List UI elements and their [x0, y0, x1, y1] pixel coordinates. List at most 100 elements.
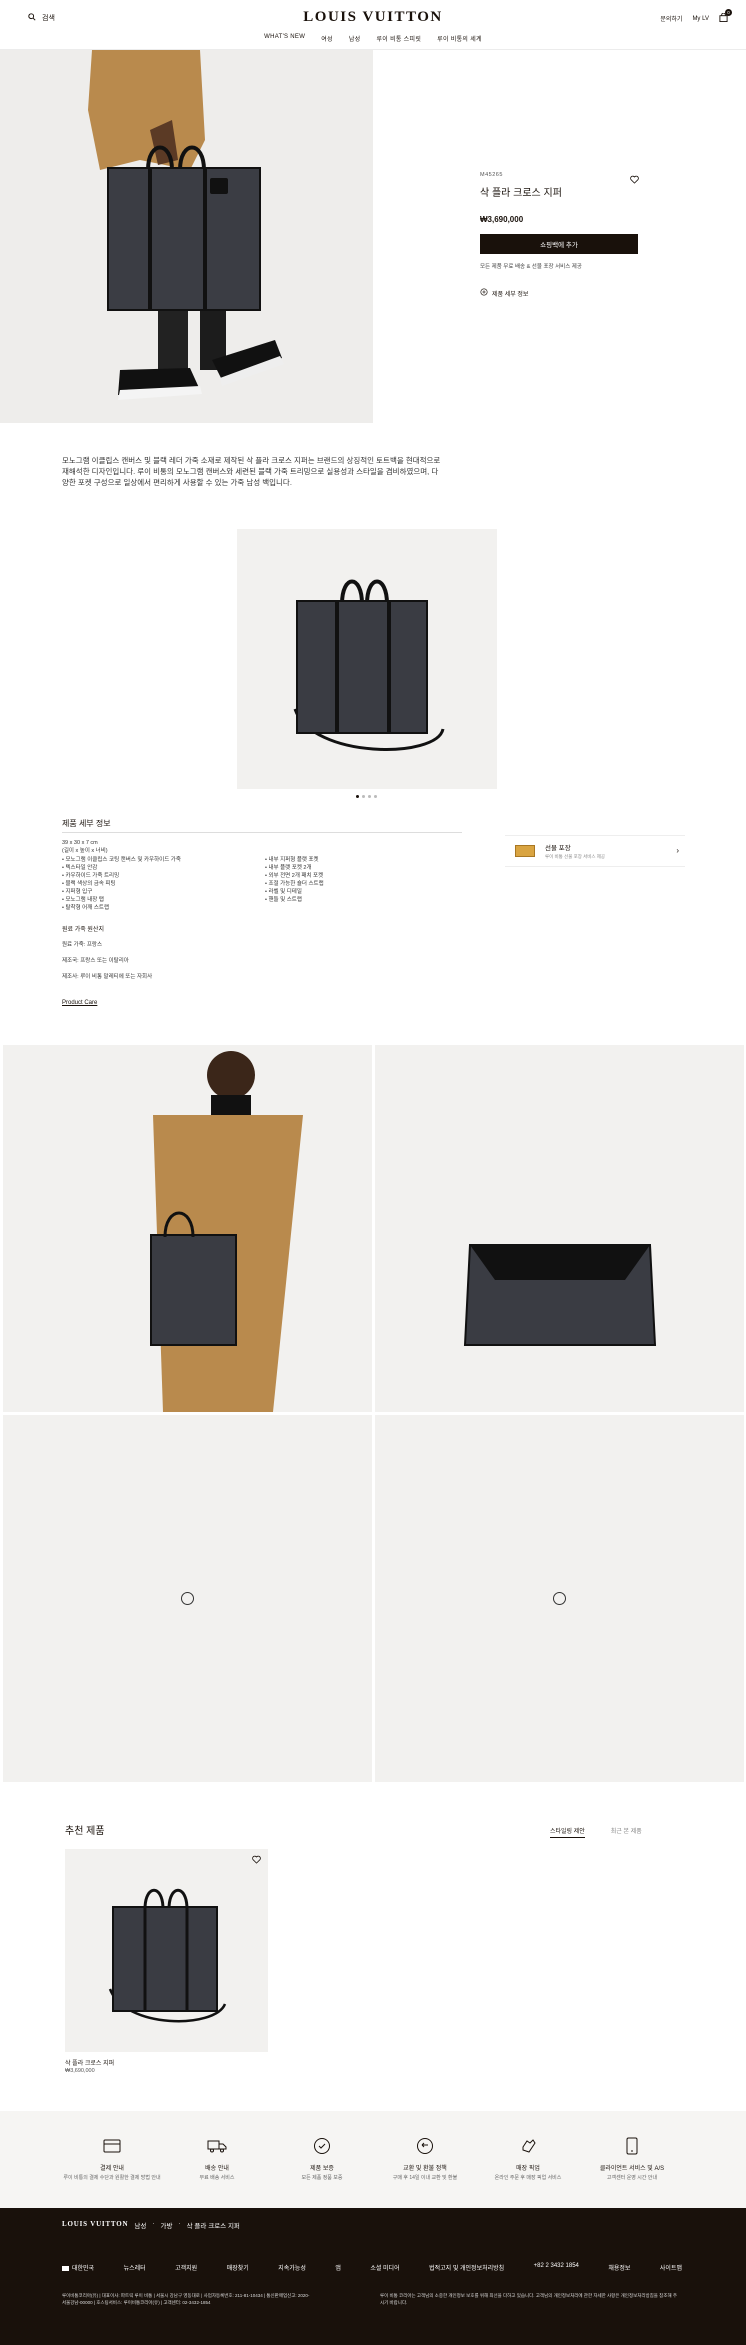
footer-link-sitemap[interactable]: 사이트맵	[660, 2263, 682, 2272]
service-sub: 구매 후 14일 이내 교환 및 환불	[392, 2175, 458, 2181]
carousel-dots[interactable]	[356, 795, 377, 798]
breadcrumb-item[interactable]: 가방	[161, 2220, 173, 2230]
footer-link-newsletter[interactable]: 뉴스레터	[124, 2263, 146, 2272]
nav-whats-new[interactable]: WHAT'S NEW	[264, 34, 305, 43]
breadcrumb-item[interactable]: 남성	[134, 2220, 146, 2230]
footer-breadcrumb: LOUIS VUITTON 남성 · 가방 · 삭 플라 크로스 지퍼	[62, 2220, 240, 2230]
footer-link-social[interactable]: 소셜 미디어	[370, 2263, 399, 2272]
footer-phone[interactable]: +82 2 3432 1854	[534, 2263, 579, 2272]
carousel-dot[interactable]	[362, 795, 365, 798]
product-title: 삭 플라 크로스 지퍼	[480, 188, 562, 199]
carousel-dot[interactable]	[374, 795, 377, 798]
service-returns[interactable]: 교환 및 환불 정책 구매 후 14일 이내 교환 및 환불	[375, 2135, 475, 2182]
account-link[interactable]: My LV	[692, 16, 709, 22]
spec-item: 카우하이드 가죽 트리밍	[62, 872, 181, 880]
service-sub: 모든 제품 정품 보증	[301, 2175, 343, 2181]
footer-links: 대한민국 뉴스레터 고객지원 매장찾기 지속가능성 앱 소셜 미디어 법적고지 …	[62, 2263, 682, 2272]
service-label: 매장 픽업	[516, 2166, 540, 2172]
carousel-dot[interactable]	[356, 795, 359, 798]
phone-icon	[621, 2135, 643, 2157]
service-client[interactable]: 클라이언트 서비스 및 A/S 고객센터 운영 시간 안내	[582, 2135, 682, 2182]
spec-item: 라벨 및 디테일	[265, 888, 324, 896]
footer-link-sustainability[interactable]: 지속가능성	[278, 2263, 306, 2272]
service-label: 배송 안내	[205, 2166, 229, 2172]
header: 검색 LOUIS VUITTON WHAT'S NEW 여성 남성 루이 비통 …	[0, 0, 746, 50]
product-care-link[interactable]: Product Care	[62, 1000, 97, 1006]
carousel-dot[interactable]	[368, 795, 371, 798]
footer: LOUIS VUITTON 남성 · 가방 · 삭 플라 크로스 지퍼 대한민국…	[0, 2208, 746, 2345]
header-actions: 문의하기 My LV 0	[660, 9, 732, 24]
gallery-image-model[interactable]	[3, 1045, 372, 1412]
spec-item: 탈착형 어깨 스트랩	[62, 904, 181, 912]
packaging-title: 선물 포장	[545, 845, 571, 852]
gallery-image-interior[interactable]	[375, 1045, 744, 1412]
service-warranty[interactable]: 제품 보증 모든 제품 정품 보증	[272, 2135, 372, 2182]
specs-dimensions: 39 x 30 x 7 cm (길이 x 높이 x 너비)	[62, 840, 108, 855]
footer-link-legal[interactable]: 법적고지 및 개인정보처리방침	[429, 2263, 504, 2272]
service-sub: 무료 배송 서비스	[199, 2175, 235, 2181]
service-shipping[interactable]: 배송 안내 무료 배송 서비스	[167, 2135, 267, 2182]
service-label: 제품 보증	[310, 2166, 334, 2172]
recommended-product-price: ₩3,690,000	[65, 2068, 95, 2074]
contact-link[interactable]: 문의하기	[660, 14, 682, 23]
recommended-wishlist-button[interactable]	[252, 1855, 261, 1866]
service-sub: 고객센터 운영 시간 안내	[606, 2175, 658, 2181]
tab-recently-viewed[interactable]: 최근 본 제품	[611, 1826, 642, 1838]
product-hero-image	[0, 50, 373, 423]
specs-title: 제품 세부 정보	[62, 819, 111, 828]
gallery-video-1[interactable]	[3, 1415, 372, 1782]
footer-link-support[interactable]: 고객지원	[175, 2263, 197, 2272]
product-description: 모노그램 이클립스 캔버스 및 블랙 레더 가죽 소재로 제작된 삭 플라 크로…	[62, 456, 441, 487]
product-image[interactable]	[237, 529, 497, 789]
shipping-note: 모든 제품 무료 배송 & 선물 포장 서비스 제공	[480, 264, 582, 270]
nav-men[interactable]: 남성	[349, 34, 361, 43]
spec-item: 모노그램 이클립스 코팅 캔버스 및 카우하이드 가죽	[62, 856, 180, 864]
service-payment[interactable]: 결제 안내 루이 비통의 결제 수단과 원활한 결제 방법 안내	[62, 2135, 162, 2182]
play-icon[interactable]	[181, 1592, 194, 1605]
add-to-bag-button[interactable]: 쇼핑백에 추가	[480, 234, 638, 254]
wishlist-button[interactable]	[630, 175, 639, 186]
product-price: ₩3,690,000	[480, 215, 524, 224]
tab-styling[interactable]: 스타일링 제안	[550, 1826, 585, 1838]
country-label: 대한민국	[72, 2266, 95, 2272]
product-details-link[interactable]: 제품 세부 정보	[480, 288, 640, 298]
plus-circle-icon	[480, 288, 488, 298]
service-sub: 루이 비통의 결제 수단과 원활한 결제 방법 안내	[63, 2175, 161, 2181]
hand-icon	[517, 2135, 539, 2157]
spec-item: 내부 플랫 포켓 2개	[265, 864, 324, 872]
gift-box-icon	[515, 845, 535, 857]
service-sub: 온라인 주문 후 매장 픽업 서비스	[494, 2175, 562, 2181]
spec-item: 텍스타일 안감	[62, 864, 181, 872]
nav-spirit[interactable]: 루이 비통 스피릿	[376, 34, 421, 43]
breadcrumb-item: 삭 플라 크로스 지퍼	[186, 2223, 240, 2230]
flag-icon	[62, 2265, 69, 2271]
breadcrumb-separator: ·	[152, 2220, 155, 2227]
service-label: 교환 및 환불 정책	[403, 2166, 447, 2172]
footer-link-app[interactable]: 앱	[335, 2263, 341, 2272]
gallery-video-2[interactable]	[375, 1415, 744, 1782]
spec-item: 지퍼형 입구	[62, 888, 181, 896]
product-details-label: 제품 세부 정보	[492, 291, 529, 298]
play-icon[interactable]	[553, 1592, 566, 1605]
nav-women[interactable]: 여성	[321, 34, 333, 43]
spec-item: 모노그램 내장 탭	[62, 896, 181, 904]
footer-link-stores[interactable]: 매장찾기	[227, 2263, 249, 2272]
gift-packaging-card[interactable]: 선물 포장 루이 비통 선물 포장 서비스 제공 ›	[505, 835, 685, 867]
recommended-product-name[interactable]: 삭 플라 크로스 지퍼	[65, 2058, 114, 2067]
product-info: M45265 삭 플라 크로스 지퍼 ₩3,690,000 쇼핑백에 추가 모든…	[480, 172, 640, 298]
nav-world[interactable]: 루이 비통의 세계	[437, 34, 482, 43]
dimensions-legend: (길이 x 높이 x 너비)	[62, 847, 108, 854]
heart-icon	[630, 175, 639, 184]
credit-card-icon	[101, 2135, 123, 2157]
recommended-title: 추천 제품	[65, 1826, 105, 1837]
recommended-product-image[interactable]	[65, 1849, 268, 2052]
main-nav: WHAT'S NEW 여성 남성 루이 비통 스피릿 루이 비통의 세계	[0, 34, 746, 43]
service-pickup[interactable]: 매장 픽업 온라인 주문 후 매장 픽업 서비스	[478, 2135, 578, 2182]
divider	[62, 832, 462, 833]
footer-link-careers[interactable]: 채용정보	[608, 2263, 630, 2272]
country-selector[interactable]: 대한민국	[62, 2263, 94, 2272]
footer-logo[interactable]: LOUIS VUITTON	[62, 2220, 128, 2230]
logo[interactable]: LOUIS VUITTON	[0, 9, 746, 26]
spec-item: 핸들 및 스트랩	[265, 896, 324, 904]
bag-button[interactable]: 0	[719, 9, 732, 24]
